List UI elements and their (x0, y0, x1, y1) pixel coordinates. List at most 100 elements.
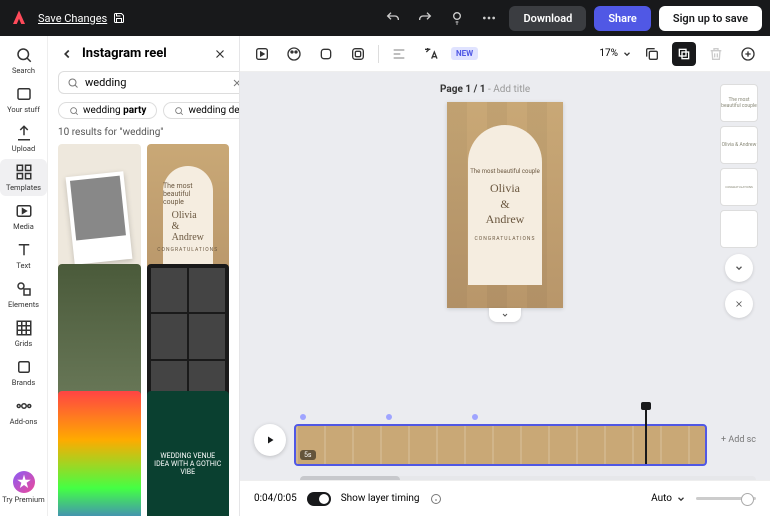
panel-title: Instagram reel (82, 46, 205, 61)
zoom-value: 17% (599, 48, 618, 59)
trash-icon[interactable] (704, 42, 728, 66)
add-page-icon[interactable] (736, 42, 760, 66)
sidebar-label: Elements (8, 300, 39, 309)
sidebar-label: Your stuff (7, 105, 40, 114)
animate-icon[interactable] (250, 42, 274, 66)
canvas-area: NEW 17% Page 1 / 1 - Add title The most … (240, 36, 770, 516)
chip-text: wedding de (188, 105, 239, 116)
expand-icon[interactable] (489, 308, 521, 322)
sidebar-label: Try Premium (2, 495, 45, 504)
keyframe-marker[interactable] (472, 414, 478, 420)
sidebar-item-yourstuff[interactable]: Your stuff (0, 81, 47, 118)
sidebar-item-text[interactable]: Text (0, 237, 47, 274)
palette-icon[interactable] (282, 42, 306, 66)
shape-icon[interactable] (314, 42, 338, 66)
align-icon[interactable] (387, 42, 411, 66)
download-button[interactable]: Download (509, 6, 586, 31)
redo-icon[interactable] (413, 6, 437, 30)
zoom-control[interactable]: 17% (599, 48, 632, 59)
sidebar-label: Text (16, 261, 30, 270)
suggestion-chip[interactable]: wedding de (163, 102, 239, 119)
template-card[interactable] (147, 264, 230, 411)
design-congrats: CONGRATULATIONS (475, 236, 536, 242)
more-icon[interactable] (477, 6, 501, 30)
design-names: Olivia & Andrew (486, 181, 525, 228)
translate-icon[interactable] (419, 42, 443, 66)
page-number: Page 1 / 1 (440, 84, 486, 95)
suggestion-chip[interactable]: wedding party (58, 102, 157, 119)
sidebar-item-templates[interactable]: Templates (0, 159, 47, 196)
page-indicator[interactable]: Page 1 / 1 - Add title (440, 84, 530, 95)
back-icon[interactable] (60, 47, 74, 61)
new-badge: NEW (451, 47, 478, 60)
search-input-wrapper[interactable] (58, 71, 252, 94)
sidebar-label: Media (13, 222, 34, 231)
lightbulb-icon[interactable] (445, 6, 469, 30)
timeline-track[interactable]: 5s (294, 414, 707, 466)
app-logo[interactable] (8, 7, 30, 29)
keyframe-marker[interactable] (300, 414, 306, 420)
sidebar-item-search[interactable]: Search (0, 42, 47, 79)
results-count: 10 results for "wedding" (48, 127, 239, 144)
canvas-page[interactable]: The most beautiful couple Olivia & Andre… (447, 102, 563, 308)
sidebar-item-premium[interactable]: Try Premium (0, 467, 47, 508)
sidebar-item-upload[interactable]: Upload (0, 120, 47, 157)
close-layers-icon[interactable] (725, 290, 753, 318)
sidebar-label: Grids (15, 339, 33, 348)
add-scene-button[interactable]: + Add sc (715, 435, 756, 445)
thumb-text: The most beautiful couple (721, 97, 757, 109)
template-text: The most beautiful couple (163, 182, 213, 206)
share-button[interactable]: Share (594, 6, 651, 31)
save-changes-label: Save Changes (38, 12, 107, 25)
layer-thumb[interactable]: CONGRATULATIONS (720, 168, 758, 206)
expand-layers-icon[interactable] (725, 254, 753, 282)
left-sidebar: Search Your stuff Upload Templates Media… (0, 36, 48, 516)
top-bar: Save Changes Download Share Sign up to s… (0, 0, 770, 36)
layers-icon[interactable] (672, 42, 696, 66)
copy-icon[interactable] (640, 42, 664, 66)
undo-icon[interactable] (381, 6, 405, 30)
keyframe-marker[interactable] (386, 414, 392, 420)
duration-label: 5s (300, 450, 316, 460)
search-icon (67, 77, 79, 89)
premium-icon (13, 471, 35, 493)
template-card[interactable]: WEDDING VENUE IDEA WITH A GOTHIC VIBE (147, 391, 230, 516)
auto-label: Auto (651, 493, 672, 504)
sidebar-item-media[interactable]: Media (0, 198, 47, 235)
playhead[interactable] (645, 406, 647, 464)
add-title-text: - Add title (486, 84, 531, 95)
save-changes-link[interactable]: Save Changes (38, 12, 125, 25)
layer-thumb[interactable]: The most beautiful couple (720, 84, 758, 122)
time-display: 0:04/0:05 (254, 493, 297, 504)
sidebar-item-brands[interactable]: Brands (0, 354, 47, 391)
close-icon[interactable] (213, 47, 227, 61)
zoom-slider[interactable] (696, 497, 756, 500)
layer-thumb[interactable]: Olivia & Andrew (720, 126, 758, 164)
template-card[interactable] (58, 391, 141, 516)
frame-icon[interactable] (346, 42, 370, 66)
signup-button[interactable]: Sign up to save (659, 6, 762, 31)
thumb-text: CONGRATULATIONS (725, 185, 753, 189)
template-text: CONGRATULATIONS (157, 247, 218, 253)
play-button[interactable] (254, 424, 286, 456)
timeline: 5s + Add sc (240, 400, 770, 480)
sidebar-item-addons[interactable]: Add-ons (0, 393, 47, 430)
layer-thumbnails: The most beautiful couple Olivia & Andre… (720, 84, 758, 320)
sidebar-item-grids[interactable]: Grids (0, 315, 47, 352)
template-text: WEDDING VENUE IDEA WITH A GOTHIC VIBE (153, 452, 224, 476)
canvas-toolbar: NEW 17% (240, 36, 770, 72)
layer-thumb[interactable] (720, 210, 758, 248)
design-subtitle: The most beautiful couple (470, 168, 540, 175)
sidebar-label: Brands (12, 378, 35, 387)
info-icon[interactable] (430, 493, 442, 505)
layer-timing-toggle[interactable] (307, 492, 331, 506)
timeline-zoom-mode[interactable]: Auto (651, 493, 686, 504)
search-input[interactable] (85, 76, 225, 89)
sidebar-item-elements[interactable]: Elements (0, 276, 47, 313)
sidebar-label: Search (12, 66, 35, 75)
footer-bar: 0:04/0:05 Show layer timing Auto (240, 480, 770, 516)
template-text: Olivia & Andrew (172, 210, 204, 243)
sidebar-label: Templates (6, 183, 41, 192)
layer-timing-label: Show layer timing (341, 493, 420, 504)
template-card[interactable] (58, 264, 141, 411)
